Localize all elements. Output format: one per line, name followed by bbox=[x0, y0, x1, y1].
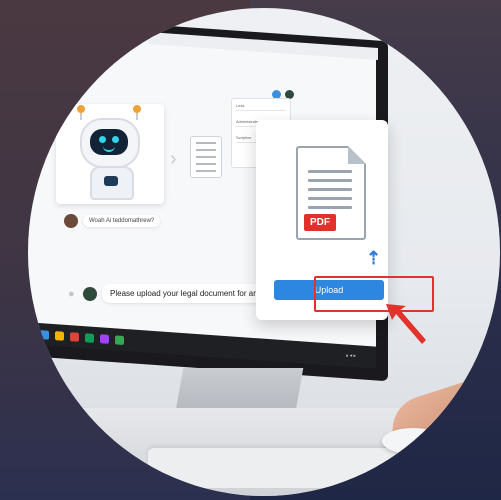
robot-eye-right bbox=[112, 136, 119, 143]
user-icon: ● bbox=[68, 287, 75, 300]
side-form-field-1[interactable]: Less bbox=[236, 103, 286, 111]
robot-chest bbox=[104, 176, 118, 186]
chat-message-user: Woah Ai teddomathrew? bbox=[64, 214, 161, 228]
robot-eye-left bbox=[99, 136, 106, 143]
circle-frame: › Less Administrate Scriptive Woah Ai te… bbox=[28, 8, 500, 496]
chat-bubble-small: Woah Ai teddomathrew? bbox=[83, 215, 161, 227]
document-icon bbox=[190, 136, 222, 178]
robot-body bbox=[90, 166, 134, 200]
robot-antenna-left bbox=[77, 105, 85, 120]
taskbar-chat-icon[interactable] bbox=[115, 334, 124, 345]
robot-antenna-right bbox=[133, 105, 141, 120]
pdf-label: PDF bbox=[304, 214, 336, 231]
keyboard bbox=[148, 448, 408, 488]
computer-mouse[interactable] bbox=[382, 428, 444, 454]
taskbar-folder-icon[interactable] bbox=[55, 330, 64, 341]
taskbar-tray: ▴ ◂ ▸ bbox=[345, 352, 356, 360]
robot-icon bbox=[77, 105, 141, 168]
pointer-arrow-icon bbox=[386, 304, 426, 344]
taskbar-browser-icon[interactable] bbox=[70, 331, 79, 342]
assistant-avatar bbox=[83, 286, 97, 301]
upload-arrow-icon: ⇡ bbox=[366, 248, 382, 268]
chat-message-assistant: ● Please upload your legal document for … bbox=[68, 284, 286, 303]
chevron-right-icon: › bbox=[170, 148, 177, 170]
robot-face bbox=[90, 129, 128, 155]
taskbar-start-icon[interactable] bbox=[40, 329, 49, 340]
user-avatar bbox=[64, 214, 78, 228]
scene: › Less Administrate Scriptive Woah Ai te… bbox=[0, 0, 501, 500]
robot-mouth bbox=[103, 145, 115, 152]
taskbar-media-icon[interactable] bbox=[100, 333, 109, 344]
robot-card bbox=[56, 104, 164, 204]
taskbar-app-icon[interactable] bbox=[85, 332, 94, 343]
